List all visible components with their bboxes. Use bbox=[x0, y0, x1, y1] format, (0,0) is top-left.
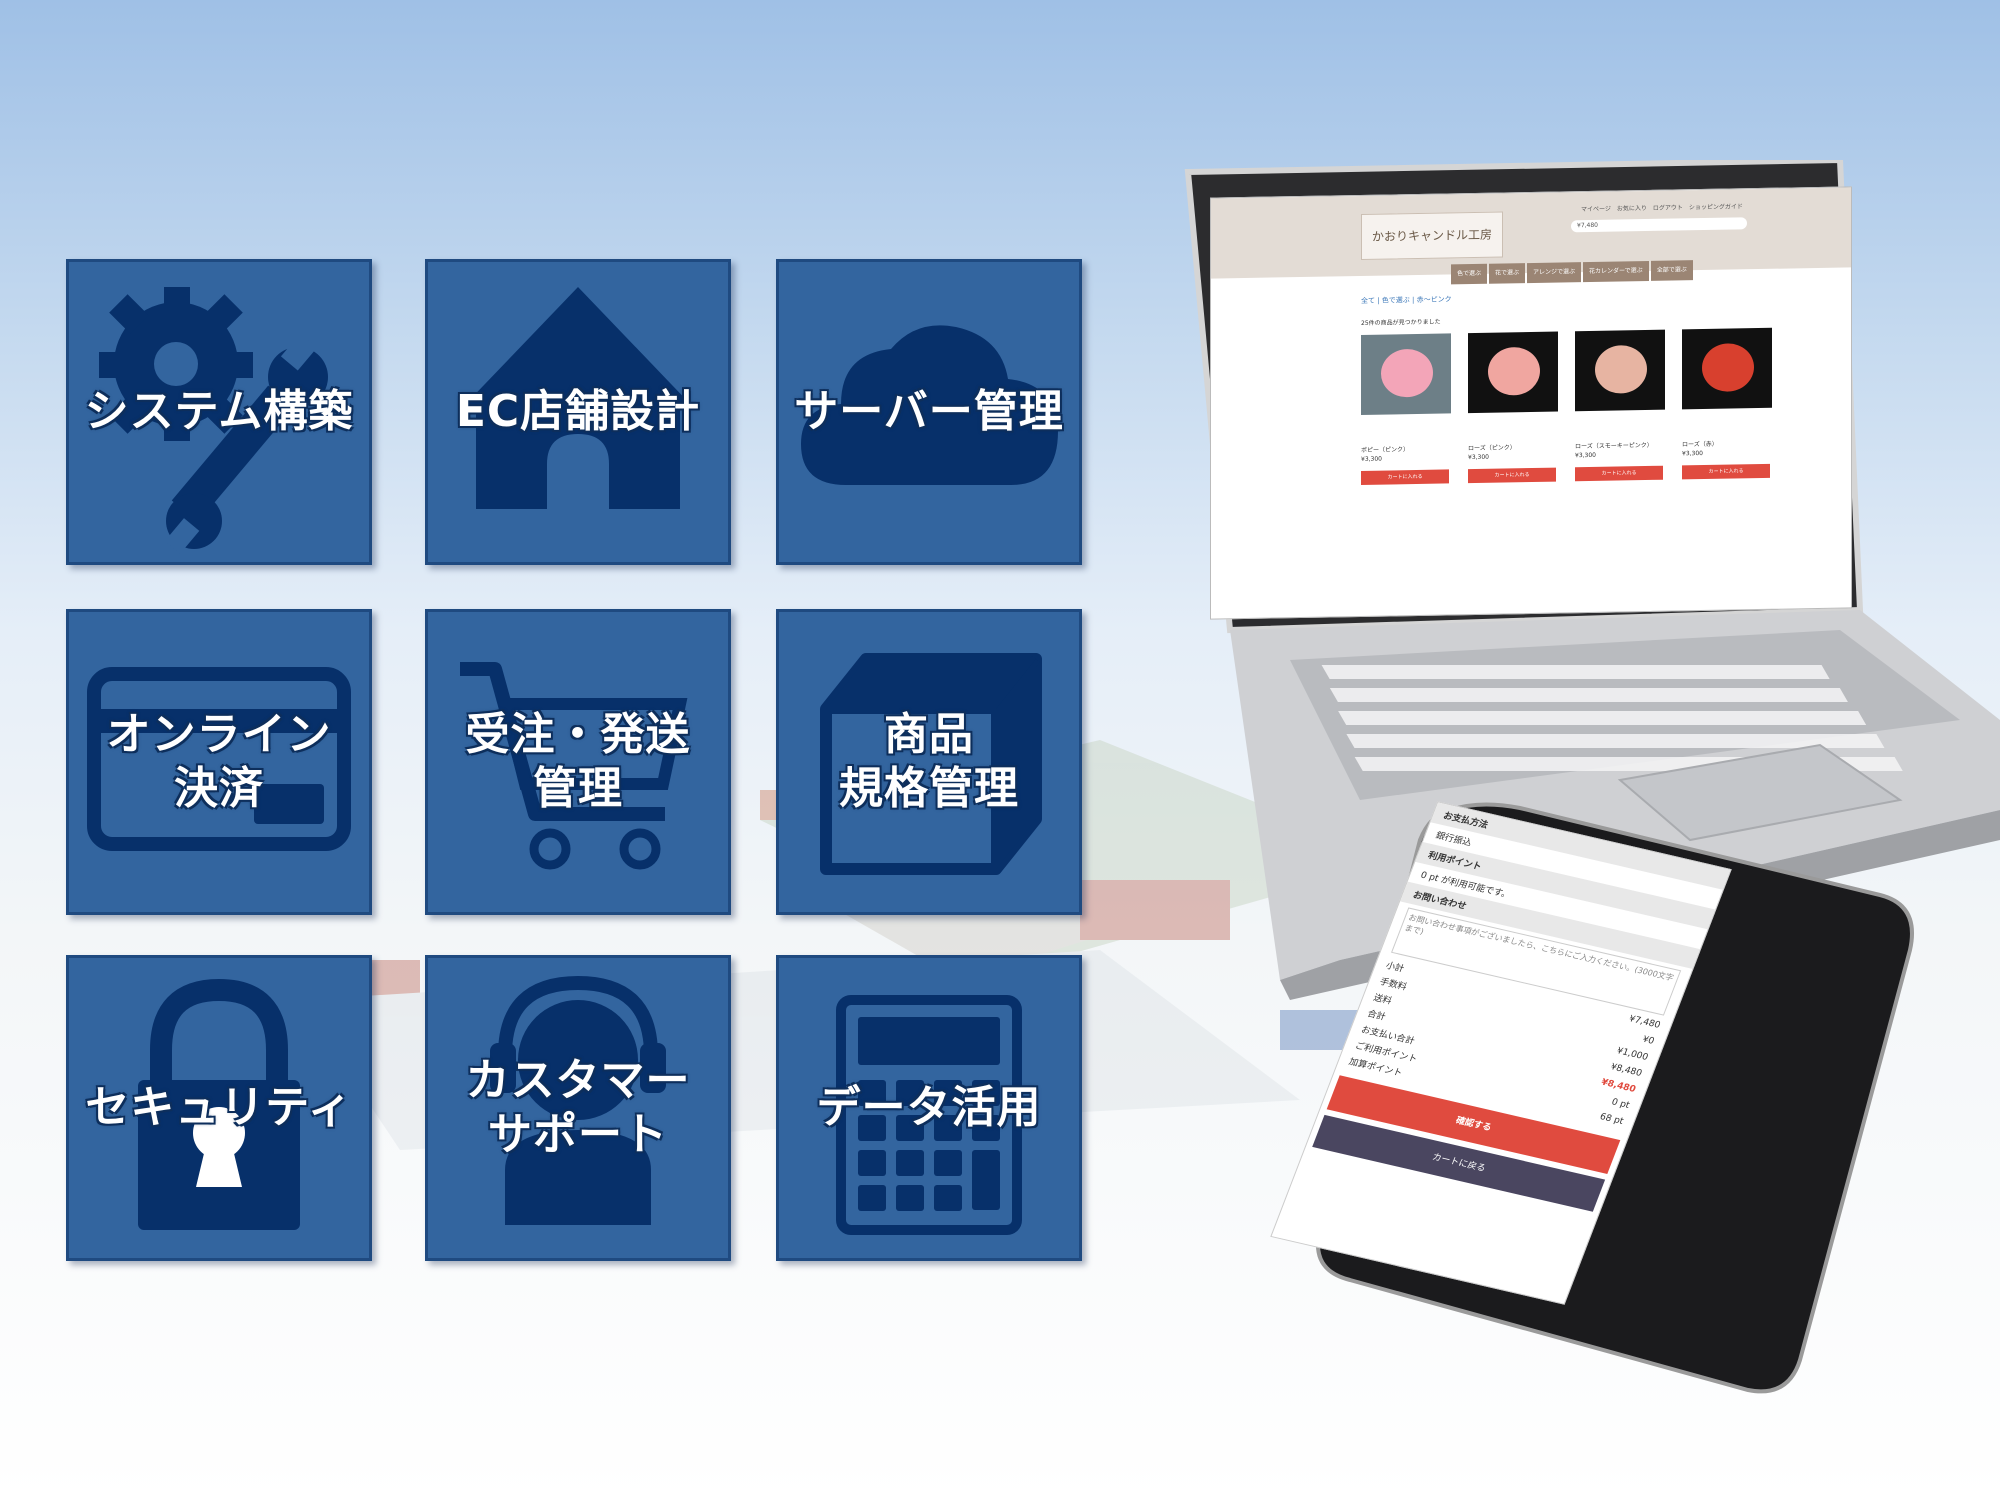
add-to-cart-button[interactable]: カートに入れる bbox=[1682, 463, 1770, 480]
product-image[interactable] bbox=[1575, 329, 1665, 412]
product-image[interactable] bbox=[1682, 327, 1772, 410]
added-points-value: 68 pt bbox=[1598, 1112, 1625, 1127]
add-to-cart-button[interactable]: カートに入れる bbox=[1468, 467, 1556, 484]
shop-header: かおりキャンドル工房 マイページ お気に入り ログアウト ショッピングガイド ¥… bbox=[1211, 187, 1851, 285]
search-input[interactable]: ¥7,480 bbox=[1571, 217, 1747, 233]
product-card[interactable]: ローズ（スモーキーピンク） ¥3,300 カートに入れる bbox=[1575, 329, 1670, 482]
product-image[interactable] bbox=[1468, 331, 1558, 414]
tile-label: サーバー管理 bbox=[794, 386, 1064, 437]
tile-product-spec[interactable]: 商品 規格管理 bbox=[776, 609, 1082, 915]
product-price: ¥3,300 bbox=[1361, 455, 1382, 463]
shop-logo[interactable]: かおりキャンドル工房 bbox=[1361, 211, 1503, 260]
product-name: ローズ（スモーキーピンク） bbox=[1575, 441, 1653, 451]
tile-orders-shipping[interactable]: 受注・発送 管理 bbox=[425, 609, 731, 915]
product-price: ¥3,300 bbox=[1468, 453, 1489, 462]
fee-value: ¥0 bbox=[1640, 1034, 1656, 1047]
product-price: ¥3,300 bbox=[1575, 451, 1596, 460]
shop-nav[interactable]: マイページ お気に入り ログアウト ショッピングガイド bbox=[1581, 201, 1743, 213]
tile-label: カスタマー サポート bbox=[465, 1055, 691, 1160]
tile-system[interactable]: システム構築 bbox=[66, 259, 372, 565]
tile-data-utilization[interactable]: データ活用 bbox=[776, 955, 1082, 1261]
menu-item[interactable]: 花で選ぶ bbox=[1489, 263, 1526, 284]
shipping-label: 送料 bbox=[1371, 993, 1393, 1007]
product-name: ローズ（赤） bbox=[1682, 440, 1718, 449]
add-to-cart-button[interactable]: カートに入れる bbox=[1575, 465, 1663, 482]
menu-item[interactable]: 花カレンダーで選ぶ bbox=[1583, 260, 1649, 283]
used-points-value: 0 pt bbox=[1609, 1097, 1631, 1111]
tile-security[interactable]: セキュリティ bbox=[66, 955, 372, 1261]
menu-item[interactable]: アレンジで選ぶ bbox=[1527, 262, 1582, 284]
tile-label: データ活用 bbox=[816, 1082, 1042, 1133]
product-list: ポピー（ピンク） ¥3,300 カートに入れる ローズ（ピンク） ¥3,300 … bbox=[1361, 326, 1851, 485]
tile-label: 受注・発送 管理 bbox=[465, 709, 691, 814]
menu-item[interactable]: 全部で選ぶ bbox=[1650, 260, 1693, 281]
tile-customer-support[interactable]: カスタマー サポート bbox=[425, 955, 731, 1261]
product-name: ローズ（ピンク） bbox=[1468, 444, 1516, 453]
result-count: 25件の商品が見つかりました bbox=[1361, 318, 1441, 327]
tile-label: セキュリティ bbox=[85, 1082, 353, 1133]
product-price: ¥3,300 bbox=[1682, 449, 1703, 458]
add-to-cart-button[interactable]: カートに入れる bbox=[1361, 469, 1449, 485]
subtotal-label: 小計 bbox=[1384, 961, 1406, 975]
tile-ec-store[interactable]: EC店舗設計 bbox=[425, 259, 731, 565]
tile-label: 商品 規格管理 bbox=[839, 709, 1019, 814]
product-image[interactable] bbox=[1361, 333, 1451, 415]
tile-label: オンライン 決済 bbox=[106, 709, 332, 814]
category-menu: 色で選ぶ 花で選ぶ アレンジで選ぶ 花カレンダーで選ぶ 全部で選ぶ bbox=[1451, 260, 1693, 285]
product-card[interactable]: ローズ（赤） ¥3,300 カートに入れる bbox=[1682, 327, 1777, 480]
total-label: 合計 bbox=[1365, 1009, 1387, 1023]
tile-label: EC店舗設計 bbox=[455, 386, 701, 437]
tile-online-payment[interactable]: オンライン 決済 bbox=[66, 609, 372, 915]
product-card[interactable]: ローズ（ピンク） ¥3,300 カートに入れる bbox=[1468, 331, 1563, 484]
laptop-screen: かおりキャンドル工房 マイページ お気に入り ログアウト ショッピングガイド ¥… bbox=[1210, 186, 1852, 620]
product-name: ポピー（ピンク） bbox=[1361, 446, 1410, 454]
breadcrumb[interactable]: 全て | 色で選ぶ | 赤～ピンク bbox=[1361, 287, 1851, 306]
tile-label: システム構築 bbox=[84, 386, 354, 437]
menu-item[interactable]: 色で選ぶ bbox=[1451, 263, 1488, 285]
tile-server[interactable]: サーバー管理 bbox=[776, 259, 1082, 565]
product-card[interactable]: ポピー（ピンク） ¥3,300 カートに入れる bbox=[1361, 333, 1456, 485]
